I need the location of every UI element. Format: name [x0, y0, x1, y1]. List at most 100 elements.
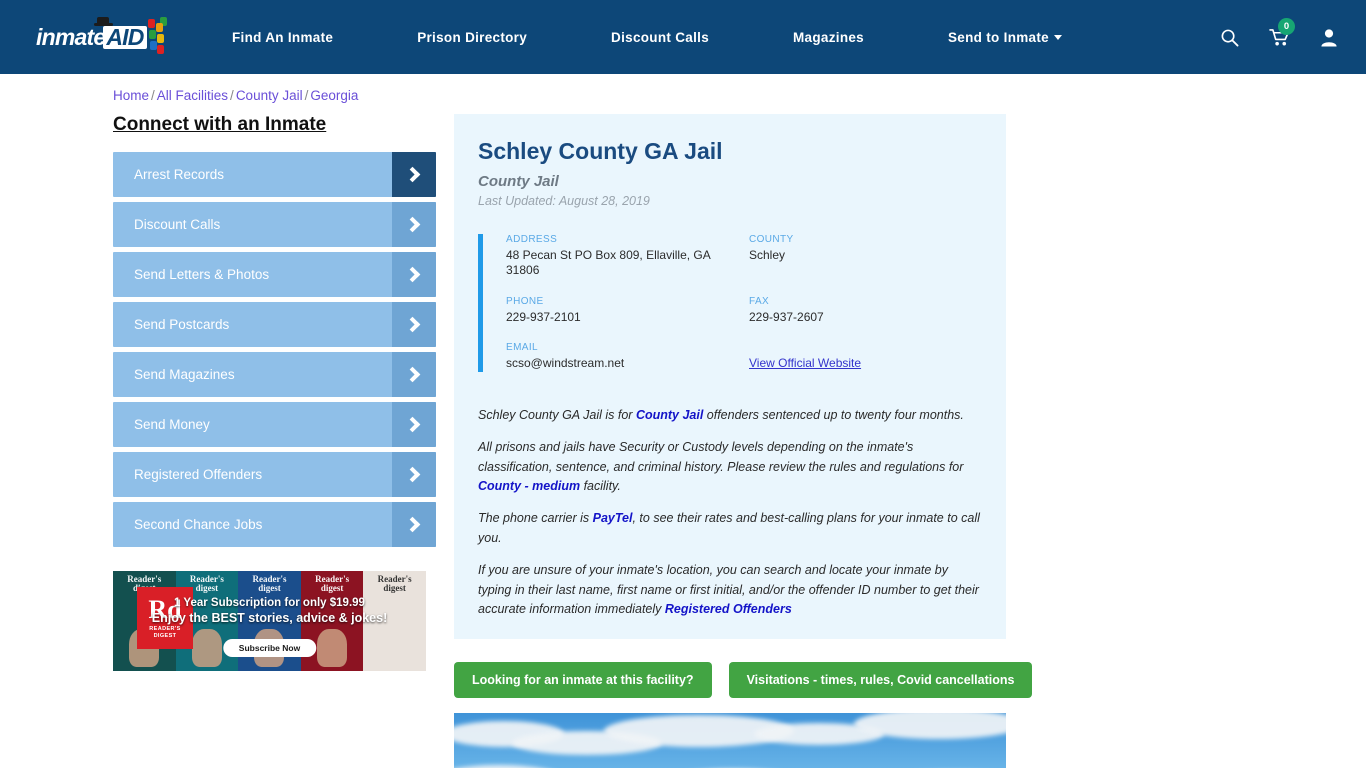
- facility-photo: [454, 713, 1006, 768]
- nav-item-prison-directory[interactable]: Prison Directory: [375, 30, 569, 45]
- breadcrumb-item-georgia[interactable]: Georgia: [310, 88, 358, 103]
- sidebar-heading: Connect with an Inmate: [113, 114, 327, 135]
- contact-information: ADDRESS 48 Pecan St PO Box 809, Ellavill…: [478, 233, 982, 372]
- sidebar-item-send-postcards[interactable]: Send Postcards: [113, 302, 436, 347]
- description-paragraph: The phone carrier is PayTel, to see thei…: [478, 509, 982, 548]
- ad-subscribe-button[interactable]: Subscribe Now: [222, 639, 317, 657]
- sidebar-item-label: Discount Calls: [134, 217, 221, 232]
- text-segment: facility.: [580, 479, 621, 494]
- inline-link-county-jail[interactable]: County Jail: [636, 408, 703, 422]
- site-header: inmate AID Find An Inmate Prison Directo…: [0, 0, 1366, 74]
- sidebar-item-label: Send Money: [134, 417, 210, 432]
- chevron-right-icon: [392, 252, 436, 297]
- contact-field-email: EMAIL scso@windstream.net: [506, 342, 739, 372]
- text-segment: All prisons and jails have Security or C…: [478, 440, 964, 474]
- facility-description: Schley County GA Jail is for County Jail…: [478, 406, 982, 619]
- sidebar: Connect with an Inmate Arrest Records Di…: [113, 114, 436, 768]
- nav-item-find-an-inmate[interactable]: Find An Inmate: [190, 30, 375, 45]
- nav-label: Send to Inmate: [948, 29, 1049, 45]
- sidebar-item-label: Send Postcards: [134, 317, 230, 332]
- contact-value: Schley: [749, 247, 786, 262]
- main-column: Schley County GA Jail County Jail Last U…: [454, 114, 1033, 768]
- ad-headline: 1 Year Subscription for only $19.99: [174, 597, 365, 609]
- sidebar-item-label: Send Magazines: [134, 367, 235, 382]
- nav-label: Discount Calls: [611, 29, 710, 45]
- cart-count-badge: 0: [1278, 17, 1295, 35]
- view-official-website-link[interactable]: View Official Website: [749, 356, 861, 370]
- contact-field-address: ADDRESS 48 Pecan St PO Box 809, Ellavill…: [506, 234, 739, 279]
- search-icon[interactable]: [1220, 28, 1239, 47]
- contact-value: 48 Pecan St PO Box 809, Ellaville, GA 31…: [506, 247, 711, 278]
- chevron-right-icon: [392, 302, 436, 347]
- header-icon-group: 0: [1220, 17, 1366, 47]
- sidebar-item-label: Registered Offenders: [134, 467, 263, 482]
- nav-item-send-to-inmate[interactable]: Send to Inmate: [906, 30, 1104, 45]
- facility-type: County Jail: [478, 172, 559, 190]
- chevron-right-icon: [392, 402, 436, 447]
- contact-label: EMAIL: [506, 342, 539, 354]
- description-paragraph: Schley County GA Jail is for County Jail…: [478, 406, 982, 425]
- contact-label: FAX: [749, 295, 770, 307]
- sidebar-item-arrest-records[interactable]: Arrest Records: [113, 152, 436, 197]
- contact-label: COUNTY: [749, 233, 794, 245]
- nav-label: Prison Directory: [417, 29, 528, 45]
- contact-label: PHONE: [506, 295, 544, 307]
- contact-field-website: View Official Website: [749, 342, 982, 372]
- text-segment: The phone carrier is: [478, 511, 593, 526]
- text-segment: offenders sentenced up to twenty four mo…: [703, 407, 964, 422]
- inline-link-paytel[interactable]: PayTel: [593, 511, 633, 525]
- breadcrumb-item-home[interactable]: Home: [113, 88, 149, 103]
- inline-link-registered-offenders[interactable]: Registered Offenders: [665, 602, 792, 616]
- breadcrumb-item-county-jail[interactable]: County Jail: [236, 88, 303, 103]
- sidebar-item-send-magazines[interactable]: Send Magazines: [113, 352, 436, 397]
- page-title: Schley County GA Jail: [478, 138, 723, 164]
- chevron-right-icon: [392, 202, 436, 247]
- find-inmate-button[interactable]: Looking for an inmate at this facility?: [454, 662, 712, 699]
- action-button-row: Looking for an inmate at this facility? …: [454, 662, 1033, 699]
- user-account-icon[interactable]: [1320, 28, 1338, 47]
- breadcrumb: Home / All Facilities / County Jail / Georgia: [0, 74, 1366, 103]
- contact-field-fax: FAX 229-937-2607: [749, 296, 982, 326]
- sidebar-item-second-chance-jobs[interactable]: Second Chance Jobs: [113, 502, 436, 547]
- chevron-down-icon: [1053, 35, 1062, 41]
- nav-item-discount-calls[interactable]: Discount Calls: [569, 30, 751, 45]
- ad-cover-title: Reader's digest: [252, 574, 287, 594]
- sidebar-item-send-money[interactable]: Send Money: [113, 402, 436, 447]
- breadcrumb-separator: /: [151, 88, 155, 103]
- contact-value: 229-937-2607: [749, 309, 824, 324]
- ad-brand-name: READER'S DIGEST: [149, 625, 181, 639]
- contact-field-phone: PHONE 229-937-2101: [506, 296, 739, 326]
- nav-item-magazines[interactable]: Magazines: [751, 30, 906, 45]
- ad-cover-title: Reader's digest: [377, 574, 412, 594]
- sidebar-item-registered-offenders[interactable]: Registered Offenders: [113, 452, 436, 497]
- inline-link-county-medium[interactable]: County - medium: [478, 479, 580, 493]
- sidebar-item-label: Arrest Records: [134, 167, 225, 182]
- site-logo[interactable]: inmate AID: [0, 15, 190, 59]
- sidebar-item-label: Second Chance Jobs: [134, 517, 263, 532]
- sidebar-item-discount-calls[interactable]: Discount Calls: [113, 202, 436, 247]
- contact-field-county: COUNTY Schley: [749, 234, 982, 279]
- ad-cover-title: Reader's digest: [315, 574, 350, 594]
- sidebar-item-send-letters-photos[interactable]: Send Letters & Photos: [113, 252, 436, 297]
- ad-subline: Enjoy the BEST stories, advice & jokes!: [151, 611, 388, 625]
- nav-label: Find An Inmate: [232, 29, 334, 45]
- visitations-button[interactable]: Visitations - times, rules, Covid cancel…: [728, 662, 1033, 699]
- facility-card: Schley County GA Jail County Jail Last U…: [454, 114, 1006, 640]
- ad-copy: 1 Year Subscription for only $19.99 Enjo…: [113, 597, 426, 625]
- chevron-right-icon: [392, 152, 436, 197]
- advertisement-banner[interactable]: Reader's digest Reader's digest Reader's…: [113, 571, 426, 671]
- nav-label: Magazines: [793, 29, 864, 45]
- last-updated: Last Updated: August 28, 2019: [478, 193, 650, 208]
- logo-text: inmate: [36, 23, 106, 50]
- people-figures-icon: [138, 15, 168, 59]
- contact-value: 229-937-2101: [506, 309, 581, 324]
- accent-bar: [478, 233, 483, 372]
- breadcrumb-item-all-facilities[interactable]: All Facilities: [157, 88, 228, 103]
- contact-label: ADDRESS: [506, 233, 558, 245]
- contact-value: scso@windstream.net: [506, 356, 625, 371]
- chevron-right-icon: [392, 452, 436, 497]
- description-paragraph: All prisons and jails have Security or C…: [478, 438, 982, 496]
- text-segment: Schley County GA Jail is for: [478, 407, 636, 422]
- shopping-cart-icon[interactable]: 0: [1269, 17, 1295, 47]
- chevron-right-icon: [392, 352, 436, 397]
